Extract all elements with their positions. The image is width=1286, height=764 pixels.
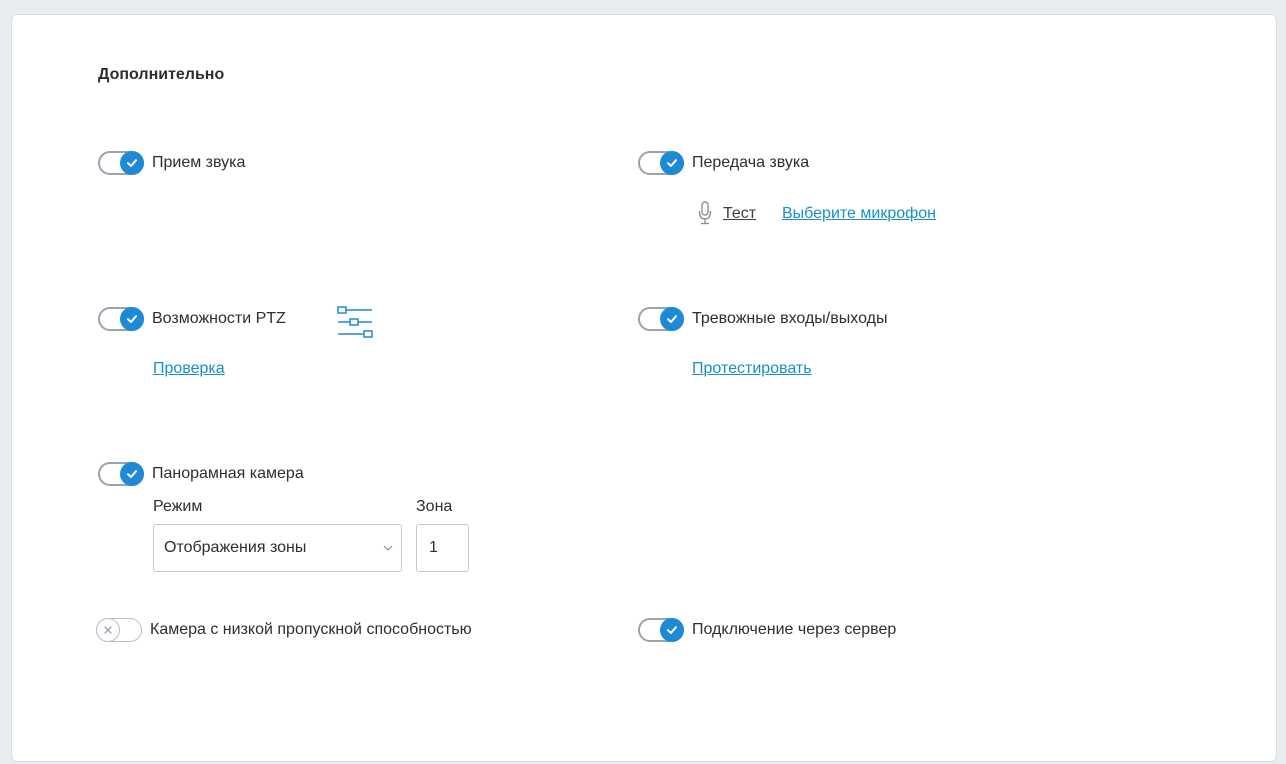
- sound-transmit-label: Передача звука: [692, 154, 810, 171]
- mode-label: Режим: [153, 498, 203, 515]
- via-server-label: Подключение через сервер: [692, 621, 897, 638]
- ptz-row: Возможности PTZ: [98, 306, 286, 332]
- alarm-io-label: Тревожные входы/выходы: [692, 310, 888, 327]
- low-bandwidth-toggle[interactable]: [95, 617, 142, 642]
- sound-transmit-toggle[interactable]: [638, 151, 684, 175]
- check-icon: [660, 307, 684, 331]
- close-icon: [95, 617, 120, 642]
- sound-receive-toggle[interactable]: [98, 151, 144, 175]
- check-icon: [120, 462, 144, 486]
- settings-panel: [11, 14, 1277, 762]
- mode-select-value: Отображения зоны: [164, 539, 307, 556]
- check-icon: [660, 618, 684, 642]
- check-icon: [660, 151, 684, 175]
- ptz-settings-icon[interactable]: [337, 304, 373, 345]
- via-server-toggle[interactable]: [638, 618, 684, 642]
- ptz-check-link[interactable]: Проверка: [153, 360, 225, 378]
- check-icon: [120, 151, 144, 175]
- zone-label: Зона: [416, 498, 453, 515]
- alarm-io-toggle[interactable]: [638, 307, 684, 331]
- ptz-toggle[interactable]: [98, 307, 144, 331]
- alarm-io-test-link[interactable]: Протестировать: [692, 360, 812, 378]
- sound-receive-row: Прием звука: [98, 150, 245, 176]
- check-icon: [120, 307, 144, 331]
- zone-input[interactable]: [416, 524, 469, 572]
- panoramic-row: Панорамная камера: [98, 461, 304, 487]
- alarm-io-row: Тревожные входы/выходы: [638, 306, 887, 332]
- ptz-label: Возможности PTZ: [152, 310, 286, 327]
- panoramic-label: Панорамная камера: [152, 465, 304, 482]
- select-microphone-link[interactable]: Выберите микрофон: [782, 205, 936, 223]
- sound-receive-label: Прием звука: [152, 154, 246, 171]
- mode-select[interactable]: Отображения зоны: [153, 524, 402, 572]
- low-bandwidth-label: Камера с низкой пропускной способностью: [150, 621, 472, 638]
- microphone-icon: [698, 200, 712, 231]
- panoramic-toggle[interactable]: [98, 462, 144, 486]
- section-title: Дополнительно: [98, 66, 225, 83]
- sound-transmit-row: Передача звука: [638, 150, 809, 176]
- via-server-row: Подключение через сервер: [638, 617, 896, 643]
- microphone-test-link[interactable]: Тест: [723, 205, 756, 223]
- chevron-down-icon: [375, 545, 401, 551]
- low-bandwidth-row: Камера с низкой пропускной способностью: [95, 617, 472, 643]
